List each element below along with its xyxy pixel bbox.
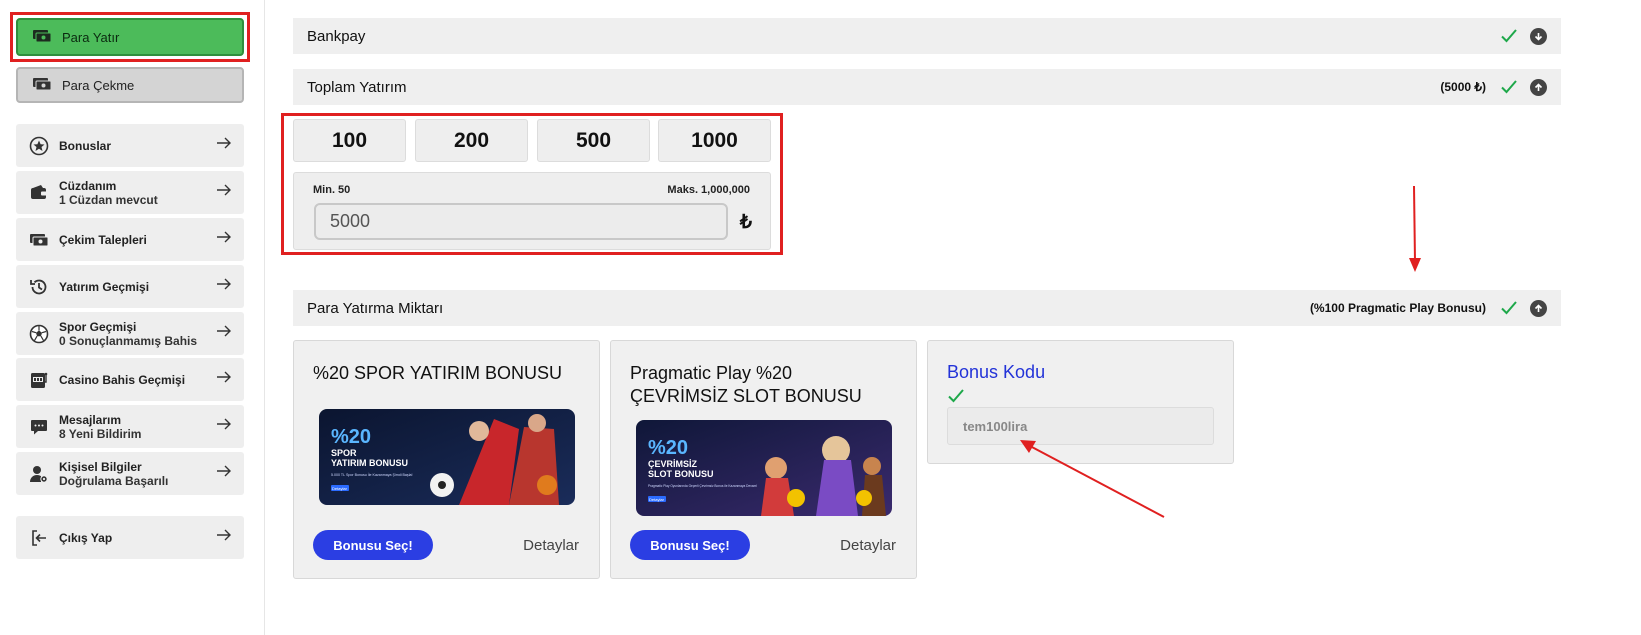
- withdraw-button[interactable]: Para Çekme: [16, 67, 244, 103]
- banner-line1: SPOR: [331, 448, 357, 458]
- arrow-right-icon: [216, 464, 232, 483]
- deposit-button[interactable]: Para Yatır: [16, 18, 244, 56]
- sidebar-item-messages[interactable]: Mesajlarım 8 Yeni Bildirim: [16, 405, 244, 448]
- message-icon: [28, 416, 50, 438]
- bonus-banner-slot: %20 ÇEVRİMSİZ SLOT BONUSU Pragmatic Play…: [636, 420, 892, 516]
- bonus-title: Pragmatic Play %20 ÇEVRİMSİZ SLOT BONUSU: [630, 363, 862, 406]
- sidebar-item-sub: Doğrulama Başarılı: [59, 473, 169, 488]
- sidebar-item-label: Kişisel Bilgiler: [59, 459, 142, 474]
- sidebar: Para Yatır Para Çekme Bonuslar Cüzdanım 1…: [0, 0, 265, 635]
- banner-small-text: Pragmatic Play Oyunlarında Geçerli Çevri…: [648, 484, 757, 488]
- select-bonus-button[interactable]: Bonusu Seç!: [630, 530, 750, 560]
- sidebar-item-label: Çekim Talepleri: [59, 232, 147, 247]
- sidebar-item-label: Mesajlarım: [59, 412, 122, 427]
- logout-icon: [28, 527, 50, 549]
- sidebar-item-deposit-history[interactable]: Yatırım Geçmişi: [16, 265, 244, 308]
- sidebar-item-bonuses[interactable]: Bonuslar: [16, 124, 244, 167]
- sidebar-item-wallet[interactable]: Cüzdanım 1 Cüzdan mevcut: [16, 171, 244, 214]
- section-title: Toplam Yatırım: [307, 78, 407, 96]
- deposit-label: Para Yatır: [62, 29, 120, 45]
- highlight-box-amount: [281, 113, 783, 255]
- arrow-right-icon: [216, 230, 232, 249]
- chevron-up-icon[interactable]: [1530, 299, 1547, 317]
- banner-details: Detaylar: [332, 486, 348, 491]
- user-settings-icon: [28, 463, 50, 485]
- sidebar-item-label: Cüzdanım: [59, 178, 117, 193]
- banner-big-text: %20: [331, 426, 371, 448]
- section-summary: (%100 Pragmatic Play Bonusu): [1309, 301, 1486, 315]
- arrow-right-icon: [216, 370, 232, 389]
- arrow-right-icon: [216, 417, 232, 436]
- arrow-right-icon: [216, 183, 232, 202]
- section-title: Bankpay: [307, 27, 366, 45]
- arrow-right-icon: [216, 324, 232, 343]
- bonus-code-input[interactable]: [947, 407, 1214, 445]
- wallet-icon: [28, 182, 50, 204]
- banner-big-text: %20: [648, 437, 688, 459]
- sidebar-item-label: Bonuslar: [59, 138, 112, 153]
- sidebar-item-sub: 8 Yeni Bildirim: [59, 426, 142, 441]
- bonus-code-card: Bonus Kodu: [927, 340, 1234, 464]
- sidebar-item-sub: 0 Sonuçlanmamış Bahis: [59, 333, 198, 348]
- bonus-code-title: Bonus Kodu: [947, 362, 1046, 382]
- sidebar-item-label: Yatırım Geçmişi: [59, 279, 150, 294]
- chevron-up-icon[interactable]: [1530, 78, 1547, 96]
- arrow-right-icon: [216, 136, 232, 155]
- check-icon: [948, 389, 964, 403]
- banner-line1: ÇEVRİMSİZ: [648, 459, 698, 469]
- banner-line2: SLOT BONUSU: [648, 469, 714, 479]
- banner-details: Detaylar: [649, 497, 665, 502]
- sidebar-item-sub: 1 Cüzdan mevcut: [59, 192, 158, 207]
- cash-icon: [32, 29, 52, 46]
- section-deposit-amount[interactable]: Para Yatırma Miktarı (%100 Pragmatic Pla…: [293, 290, 1561, 326]
- arrow-right-icon: [216, 277, 232, 296]
- arrow-right-icon: [216, 528, 232, 547]
- withdraw-label: Para Çekme: [62, 77, 135, 93]
- history-icon: [28, 276, 50, 298]
- logout-label: Çıkış Yap: [59, 530, 113, 545]
- bonus-title: %20 SPOR YATIRIM BONUSU: [313, 363, 563, 383]
- banner-line2: YATIRIM BONUSU: [331, 458, 408, 468]
- details-link[interactable]: Detaylar: [523, 537, 579, 554]
- sidebar-item-personal-info[interactable]: Kişisel Bilgiler Doğrulama Başarılı: [16, 452, 244, 495]
- select-bonus-button[interactable]: Bonusu Seç!: [313, 530, 433, 560]
- section-title: Para Yatırma Miktarı: [307, 299, 444, 317]
- bonus-card-sport: %20 SPOR YATIRIM BONUSU %20 SPOR YATIRIM…: [293, 340, 600, 579]
- section-payment-method[interactable]: Bankpay: [293, 18, 1561, 54]
- sidebar-item-logout[interactable]: Çıkış Yap: [16, 516, 244, 559]
- slot-machine-icon: [28, 369, 50, 391]
- sidebar-item-label: Spor Geçmişi: [59, 319, 137, 334]
- star-icon: [28, 135, 50, 157]
- sidebar-item-casino-history[interactable]: Casino Bahis Geçmişi: [16, 358, 244, 401]
- chevron-down-icon[interactable]: [1530, 27, 1547, 45]
- check-icon: [1501, 301, 1517, 315]
- sidebar-item-label: Casino Bahis Geçmişi: [59, 372, 186, 387]
- cash-withdraw-icon: [28, 229, 50, 251]
- banner-small-text: 5.000 TL Spor Bonusu İle Kazanmaya Şimdi…: [331, 472, 413, 477]
- sidebar-item-withdraw-requests[interactable]: Çekim Talepleri: [16, 218, 244, 261]
- sidebar-item-sports-history[interactable]: Spor Geçmişi 0 Sonuçlanmamış Bahis: [16, 312, 244, 355]
- details-link[interactable]: Detaylar: [840, 537, 896, 554]
- bonus-banner-sport: %20 SPOR YATIRIM BONUSU 5.000 TL Spor Bo…: [319, 409, 575, 505]
- check-icon: [1501, 29, 1517, 43]
- bonus-card-slot: Pragmatic Play %20 ÇEVRİMSİZ SLOT BONUSU…: [610, 340, 917, 579]
- check-icon: [1501, 80, 1517, 94]
- football-icon: [28, 323, 50, 345]
- cash-icon: [32, 77, 52, 94]
- section-total-deposit[interactable]: Toplam Yatırım (5000 ₺): [293, 69, 1561, 105]
- section-summary: (5000 ₺): [1440, 80, 1486, 94]
